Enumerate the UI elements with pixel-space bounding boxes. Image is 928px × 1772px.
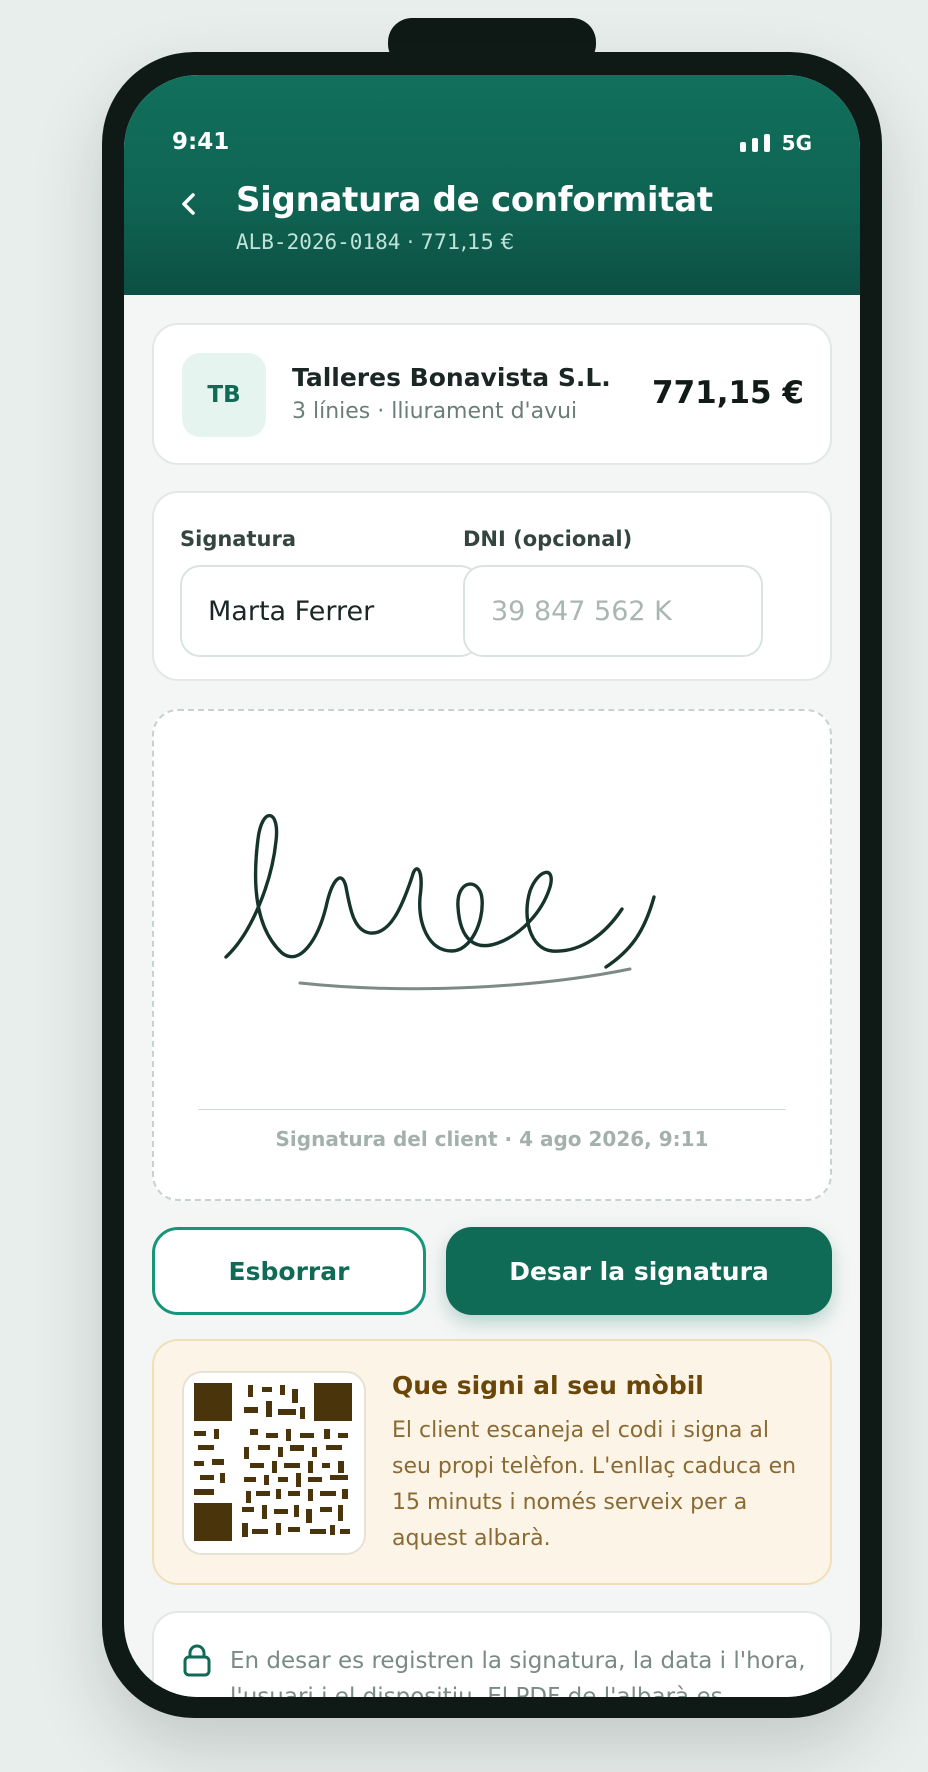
app-screen: 9:41 5G Signatura de conformitat ALB-202… [124,75,860,1697]
page-subtitle: ALB-2026-0184 · 771,15 € [236,230,514,254]
page-title: Signatura de conformitat [236,180,713,220]
chevron-left-icon[interactable] [172,187,206,221]
client-details: 3 línies · lliurament d'avui [292,399,578,424]
network-label: 5G [781,131,812,155]
dni-input[interactable] [463,565,763,657]
signature-baseline [198,1109,786,1110]
signature-pad[interactable]: Signatura del client · 4 ago 2026, 9:11 [152,709,832,1201]
qr-description: El client escaneja el codi i signa al se… [392,1418,797,1551]
signature-name-input[interactable] [180,565,480,657]
document-amount: · 771,15 € [407,230,514,254]
signer-fields-card: Signatura DNI (opcional) [152,491,832,681]
clear-signature-button[interactable]: Esborrar [152,1227,426,1315]
qr-code-graphic [194,1383,352,1541]
client-total: 771,15 € [652,375,804,411]
client-card: TB Talleres Bonavista S.L. 3 línies · ll… [152,323,832,465]
signature-name-label: Signatura [180,527,296,551]
qr-title: Que signi al seu mòbil [392,1371,704,1400]
status-indicators: 5G [739,131,812,155]
app-header: 9:41 5G Signatura de conformitat ALB-202… [124,75,860,295]
qr-signing-card: Que signi al seu mòbil El client escanej… [152,1339,832,1585]
status-time: 9:41 [172,129,230,155]
audit-info-text: En desar es registren la signatura, la d… [230,1648,806,1697]
signal-icon [739,134,770,152]
qr-code-icon[interactable] [182,1371,366,1555]
dni-label: DNI (opcional) [463,527,633,551]
lock-icon [183,1644,211,1677]
save-signature-button[interactable]: Desar la signatura [446,1227,832,1315]
signature-caption: Signatura del client · 4 ago 2026, 9:11 [275,1127,709,1151]
audit-info-card: En desar es registren la signatura, la d… [152,1611,832,1697]
signature-drawing [224,813,656,991]
client-name: Talleres Bonavista S.L. [292,363,611,392]
document-reference: ALB-2026-0184 [236,230,401,254]
client-avatar: TB [182,353,266,437]
